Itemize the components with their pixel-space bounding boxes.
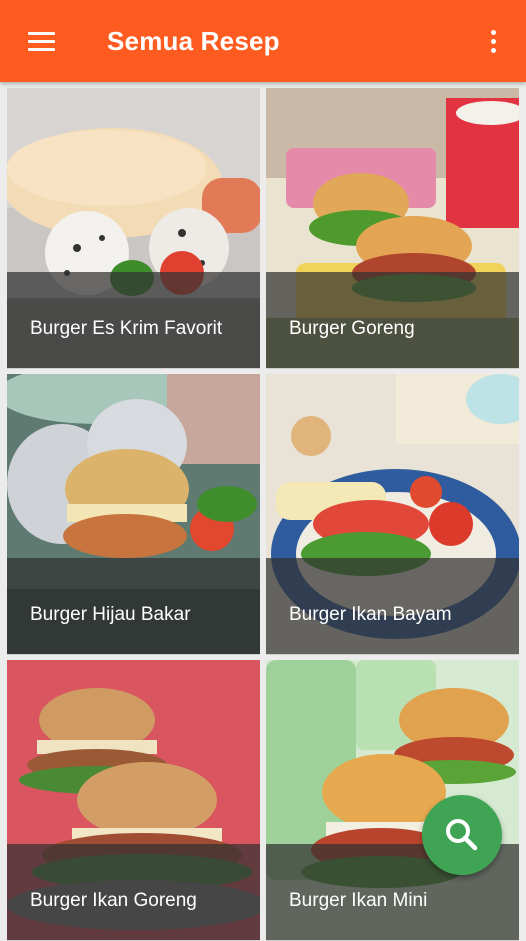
recipe-title: Burger Ikan Goreng bbox=[30, 890, 197, 911]
search-button[interactable] bbox=[422, 795, 502, 875]
recipe-card[interactable]: Burger Ikan Goreng bbox=[7, 660, 260, 941]
recipe-card[interactable]: Burger Ikan Bayam bbox=[266, 374, 519, 655]
recipe-title: Burger Es Krim Favorit bbox=[30, 318, 223, 339]
recipe-title: Burger Ikan Bayam bbox=[289, 604, 452, 625]
recipe-card[interactable]: Burger Goreng bbox=[266, 88, 519, 369]
recipe-caption: Burger Hijau Bakar bbox=[7, 558, 260, 654]
page-title: Semua Resep bbox=[107, 26, 280, 56]
recipe-caption: Burger Ikan Goreng bbox=[7, 844, 260, 940]
recipe-card[interactable]: Burger Hijau Bakar bbox=[7, 374, 260, 655]
more-vertical-icon[interactable] bbox=[478, 24, 508, 58]
recipe-title: Burger Ikan Mini bbox=[289, 890, 428, 911]
recipe-caption: Burger Es Krim Favorit bbox=[7, 272, 260, 368]
recipe-title: Burger Goreng bbox=[289, 318, 415, 339]
recipe-card[interactable]: Burger Es Krim Favorit bbox=[7, 88, 260, 369]
recipe-title: Burger Hijau Bakar bbox=[30, 604, 191, 625]
recipe-caption: Burger Goreng bbox=[266, 272, 519, 368]
search-icon bbox=[446, 819, 478, 851]
recipe-caption: Burger Ikan Bayam bbox=[266, 558, 519, 654]
hamburger-menu-icon[interactable] bbox=[20, 22, 60, 62]
app-bar: Semua Resep bbox=[0, 0, 526, 82]
